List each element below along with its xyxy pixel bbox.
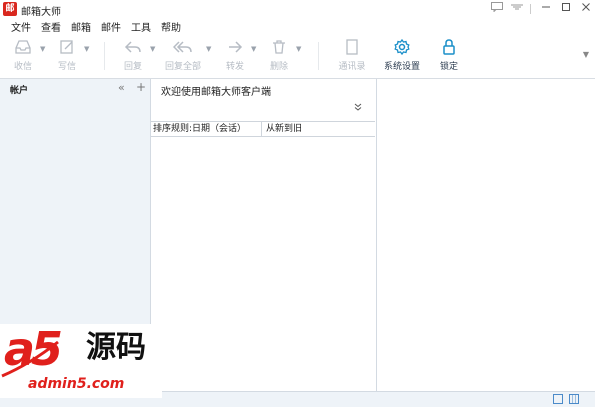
window-controls xyxy=(486,0,595,18)
compose-icon xyxy=(60,40,73,54)
reply-dropdown-icon[interactable]: ▼ xyxy=(150,45,155,53)
compose-label: 写信 xyxy=(57,62,76,72)
forward-button[interactable]: 转发 xyxy=(220,38,250,72)
menu-view[interactable]: 查看 xyxy=(38,19,64,34)
menu-tools[interactable]: 工具 xyxy=(128,19,154,34)
close-button[interactable] xyxy=(577,1,595,17)
receive-label: 收信 xyxy=(13,62,32,72)
sort-order-selector[interactable]: 从新到旧 xyxy=(262,122,302,136)
compose-dropdown-icon[interactable]: ▼ xyxy=(84,45,89,53)
watermark-chinese: 源码 xyxy=(86,330,146,365)
welcome-text: 欢迎使用邮箱大师客户端 xyxy=(161,87,271,98)
delete-dropdown-icon[interactable]: ▼ xyxy=(296,45,301,53)
toolbar: 收信 ▼ 写信 ▼ 回复 ▼ 回复全部 ▼ 转发 ▼ 删除 ▼ 通讯录 系统设置… xyxy=(0,34,595,79)
sort-rule-selector[interactable]: 排序规则:日期（会话） xyxy=(151,122,262,136)
menu-mail[interactable]: 邮件 xyxy=(98,19,124,34)
app-logo: 邮 xyxy=(3,2,17,16)
layout-split-icon[interactable] xyxy=(553,394,563,404)
skin-icon[interactable] xyxy=(508,1,526,17)
window-title: 邮箱大师 xyxy=(21,7,61,18)
window-controls-divider xyxy=(530,4,531,14)
lock-icon xyxy=(443,39,455,55)
lock-label: 锁定 xyxy=(439,62,458,72)
reply-button[interactable]: 回复 xyxy=(118,38,148,72)
collapse-panel-icon[interactable]: « xyxy=(118,81,125,94)
gear-icon xyxy=(394,38,410,56)
forward-dropdown-icon[interactable]: ▼ xyxy=(251,45,256,53)
contacts-label: 通讯录 xyxy=(338,62,366,72)
contacts-icon xyxy=(346,39,358,55)
double-chevron-down-icon[interactable] xyxy=(354,103,362,114)
accounts-header: 帐户 « + xyxy=(0,79,150,97)
toolbar-more-icon[interactable]: ▼ xyxy=(583,50,589,59)
reply-all-button[interactable]: 回复全部 xyxy=(162,38,204,72)
mail-list-panel: 欢迎使用邮箱大师客户端 排序规则:日期（会话） 从新到旧 xyxy=(151,79,377,391)
minimize-button[interactable] xyxy=(537,1,555,17)
reply-all-dropdown-icon[interactable]: ▼ xyxy=(206,45,211,53)
reply-all-label: 回复全部 xyxy=(164,62,201,72)
receive-dropdown-icon[interactable]: ▼ xyxy=(40,45,45,53)
lock-button[interactable]: 锁定 xyxy=(434,38,464,72)
settings-label: 系统设置 xyxy=(383,62,420,72)
contacts-button[interactable]: 通讯录 xyxy=(334,38,370,72)
forward-label: 转发 xyxy=(225,62,244,72)
sort-bar: 排序规则:日期（会话） 从新到旧 xyxy=(151,121,375,137)
watermark-brand: a5 xyxy=(4,322,63,376)
title-bar: 邮 邮箱大师 xyxy=(0,0,595,18)
trash-icon xyxy=(273,40,285,54)
reply-all-icon xyxy=(173,41,192,53)
reading-pane xyxy=(377,79,595,391)
chat-icon[interactable] xyxy=(488,1,506,17)
inbox-icon xyxy=(15,40,31,54)
settings-button[interactable]: 系统设置 xyxy=(380,38,424,72)
maximize-button[interactable] xyxy=(557,1,575,17)
watermark-url: admin5.com xyxy=(28,376,125,392)
toolbar-divider xyxy=(318,42,319,70)
receive-button[interactable]: 收信 xyxy=(8,38,38,72)
menu-mailbox[interactable]: 邮箱 xyxy=(68,19,94,34)
menu-bar: 文件 查看 邮箱 邮件 工具 帮助 xyxy=(0,18,595,34)
toolbar-divider xyxy=(104,42,105,70)
delete-button[interactable]: 删除 xyxy=(264,38,294,72)
menu-file[interactable]: 文件 xyxy=(8,19,34,34)
compose-button[interactable]: 写信 xyxy=(52,38,82,72)
menu-help[interactable]: 帮助 xyxy=(158,19,184,34)
accounts-title: 帐户 xyxy=(10,86,29,96)
forward-icon xyxy=(229,41,243,53)
watermark-logo: a5 源码 admin5.com xyxy=(0,324,162,398)
layout-columns-icon[interactable] xyxy=(569,394,579,404)
reply-label: 回复 xyxy=(123,62,142,72)
reply-icon xyxy=(124,41,141,53)
add-account-icon[interactable]: + xyxy=(136,80,146,94)
delete-label: 删除 xyxy=(269,62,288,72)
